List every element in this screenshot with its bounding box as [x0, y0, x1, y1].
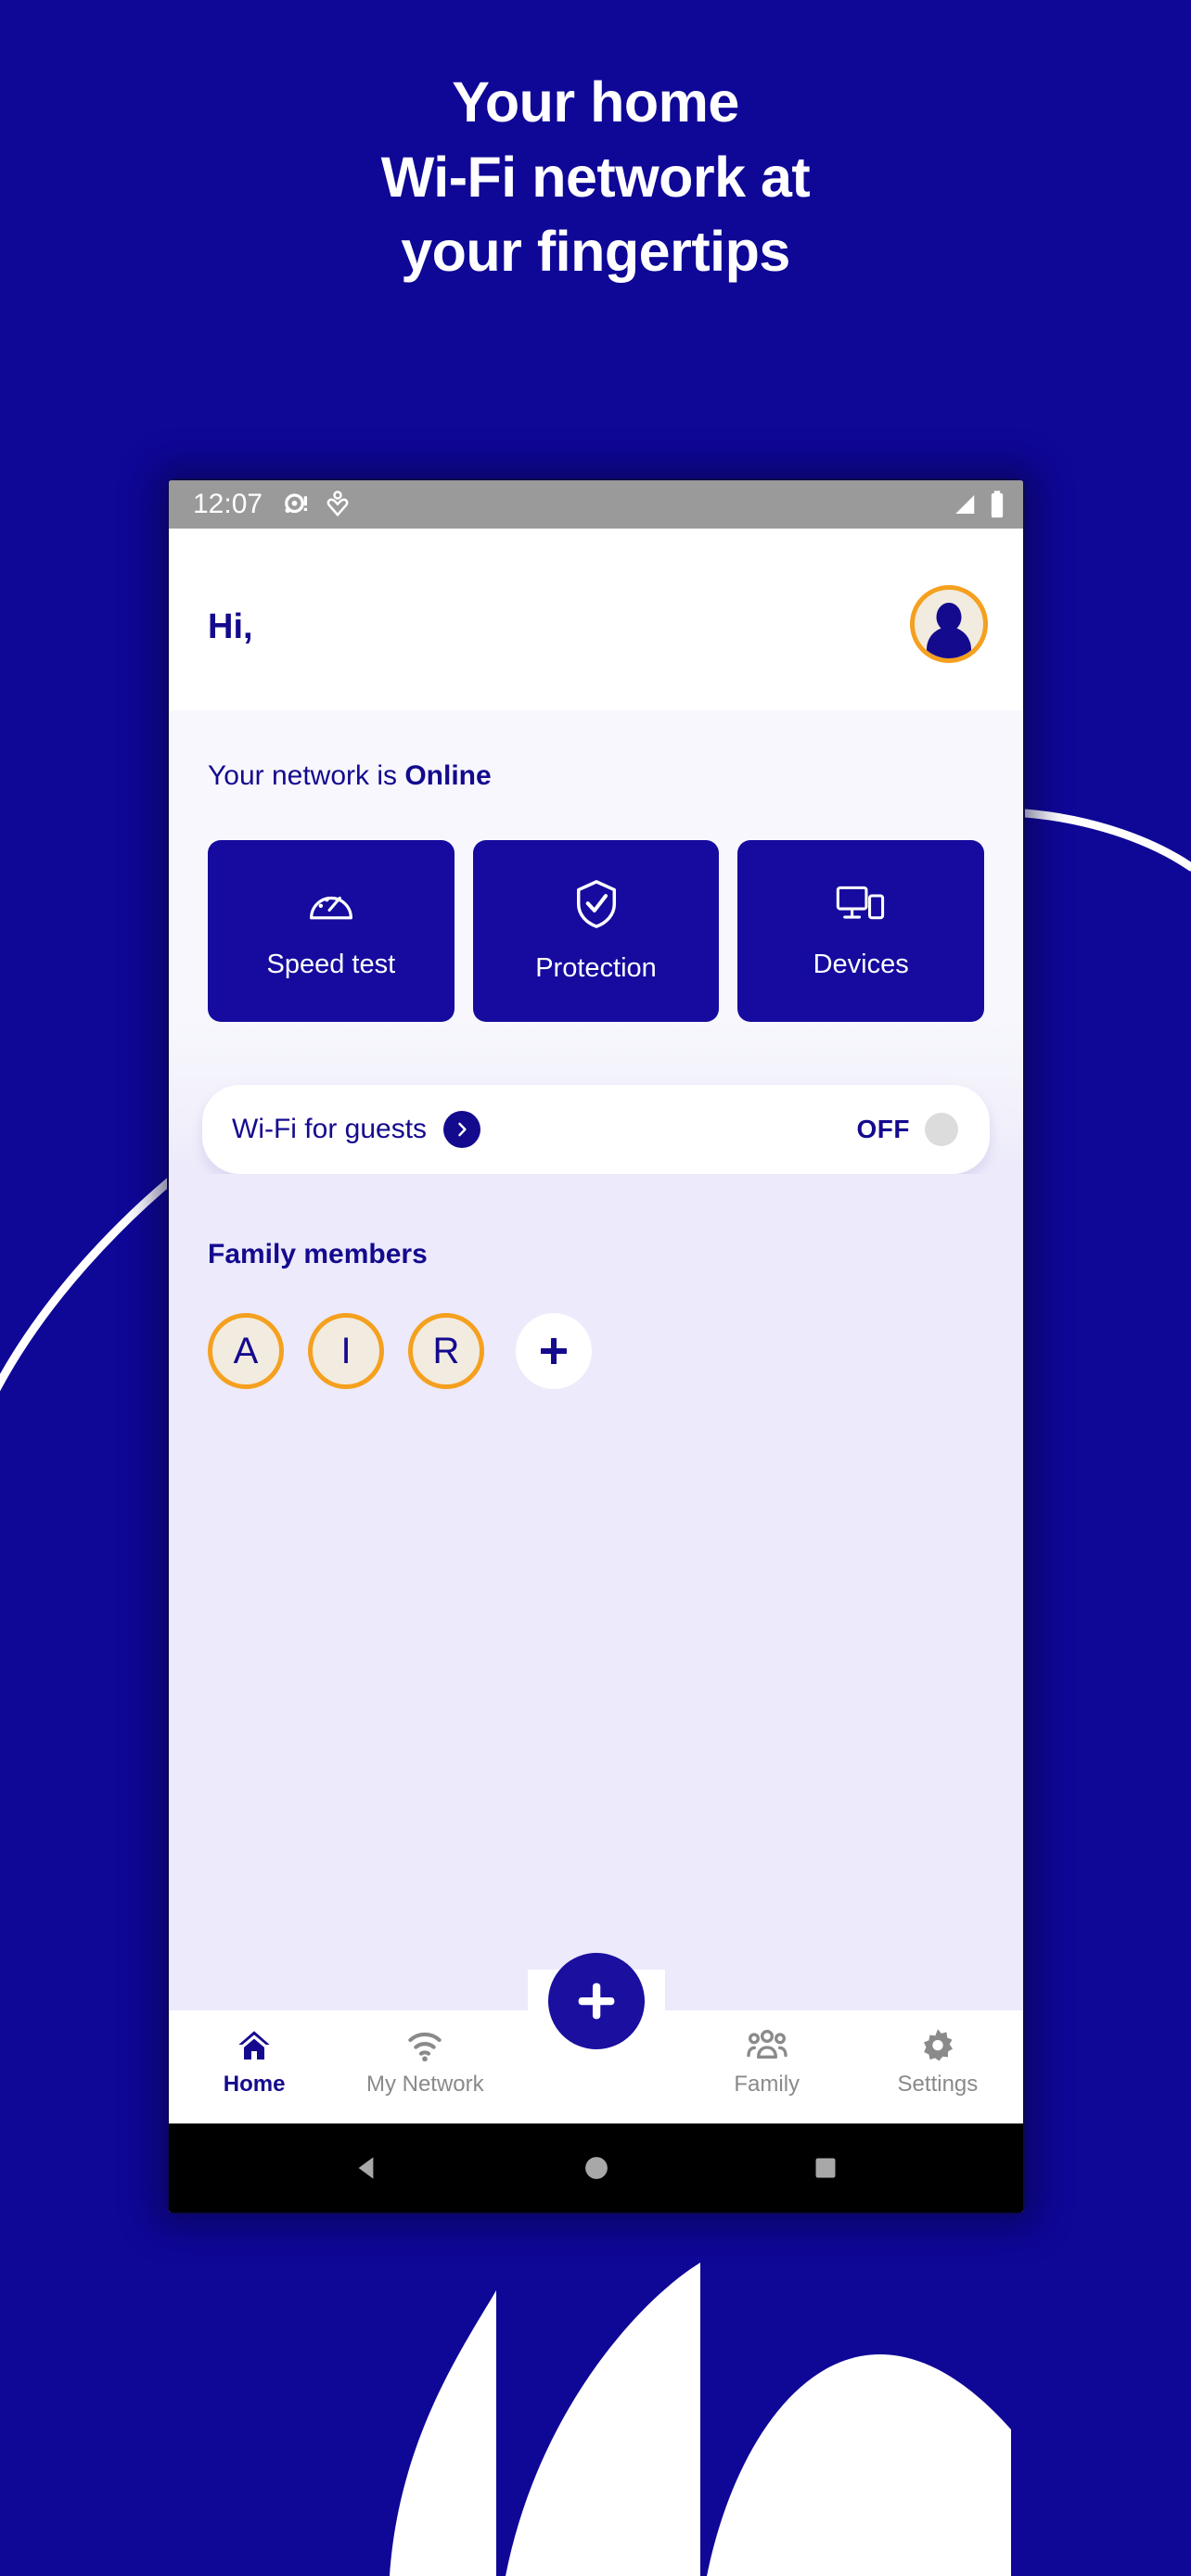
add-family-member-button[interactable]	[516, 1313, 592, 1389]
quick-action-protection[interactable]: Protection	[472, 840, 720, 1022]
headline-line-1: Your home	[452, 70, 739, 134]
quick-action-label: Devices	[813, 949, 909, 979]
family-member-avatar[interactable]: R	[408, 1313, 484, 1389]
nav-label: Settings	[897, 2072, 979, 2097]
guest-wifi-section: Wi-Fi for guests OFF	[169, 1022, 1023, 1174]
app-header: Hi,	[169, 529, 1023, 710]
family-members-title: Family members	[208, 1239, 428, 1269]
nav-item-family[interactable]: Family	[682, 2027, 852, 2098]
chevron-right-glyph	[458, 1122, 467, 1137]
network-status-value: Online	[404, 760, 492, 791]
quick-action-speed-test[interactable]: Speed test	[208, 840, 455, 1022]
add-fab-button[interactable]	[547, 1953, 645, 2049]
home-content: Your network is Online Speed test Protec…	[169, 710, 1023, 2213]
quick-action-devices[interactable]: Devices	[737, 840, 985, 1022]
status-system-icons	[949, 490, 1006, 519]
battery-icon	[991, 491, 1004, 518]
family-member-avatar[interactable]: I	[308, 1313, 384, 1389]
guest-wifi-label: Wi-Fi for guests	[232, 1114, 428, 1144]
guest-wifi-toggle[interactable]: OFF	[856, 1113, 958, 1146]
quick-action-label: Protection	[535, 952, 657, 983]
family-member-avatar[interactable]: A	[208, 1313, 284, 1389]
nav-item-settings[interactable]: Settings	[852, 2027, 1023, 2098]
family-members-section: Family members A I R	[169, 1174, 1023, 2010]
family-members-row: A I R	[208, 1313, 1023, 1389]
speedometer-icon	[309, 896, 352, 919]
quick-action-label: Speed test	[266, 949, 396, 979]
chevron-right-icon[interactable]	[443, 1111, 481, 1148]
status-time: 12:07	[193, 489, 263, 519]
status-notification-icons	[283, 491, 350, 518]
avatar[interactable]	[910, 585, 988, 663]
phone-screen: 12:07 Hi, Your network is Online Speed t…	[169, 480, 1023, 2213]
wifi-icon	[408, 2032, 442, 2062]
nav-label: My Network	[365, 2072, 484, 2097]
notification-dot-icon	[285, 493, 308, 514]
people-icon	[747, 2029, 788, 2059]
network-status: Your network is Online	[169, 710, 1023, 792]
shield-check-icon	[576, 879, 616, 928]
plus-icon	[541, 1338, 567, 1364]
guest-wifi-card[interactable]: Wi-Fi for guests OFF	[202, 1085, 990, 1174]
phone-mockup: 12:07 Hi, Your network is Online Speed t…	[167, 478, 1025, 2214]
nav-label: Home	[223, 2072, 286, 2097]
bottom-navigation: Home My Network Family Settings	[169, 1953, 1023, 2123]
greeting-text: Hi,	[208, 606, 253, 646]
headline-line-3: your fingertips	[401, 220, 790, 284]
headline-line-2: Wi-Fi network at	[380, 145, 811, 209]
quick-actions-row: Speed test Protection Devices	[169, 792, 1023, 1022]
square-recents-icon[interactable]	[810, 2152, 841, 2184]
devices-icon	[836, 886, 885, 919]
gear-icon	[923, 2029, 953, 2061]
plus-icon	[578, 1983, 614, 2020]
circle-home-icon[interactable]	[581, 2152, 612, 2184]
heart-pin-icon	[327, 491, 349, 517]
home-icon	[238, 2031, 270, 2060]
promo-headline: Your home Wi-Fi network at your fingerti…	[0, 65, 1191, 289]
avatar-body-shape	[927, 627, 971, 658]
triangle-back-icon[interactable]	[352, 2152, 383, 2184]
nav-label: Family	[734, 2072, 800, 2097]
android-system-nav	[169, 2123, 1023, 2213]
network-status-prefix: Your network is	[208, 760, 405, 791]
nav-item-home[interactable]: Home	[169, 2027, 339, 2098]
signal-icon	[955, 495, 975, 514]
nav-item-my-network[interactable]: My Network	[339, 2027, 510, 2098]
toggle-state-label: OFF	[856, 1115, 910, 1143]
status-bar: 12:07	[169, 480, 1023, 529]
toggle-knob[interactable]	[925, 1113, 958, 1146]
